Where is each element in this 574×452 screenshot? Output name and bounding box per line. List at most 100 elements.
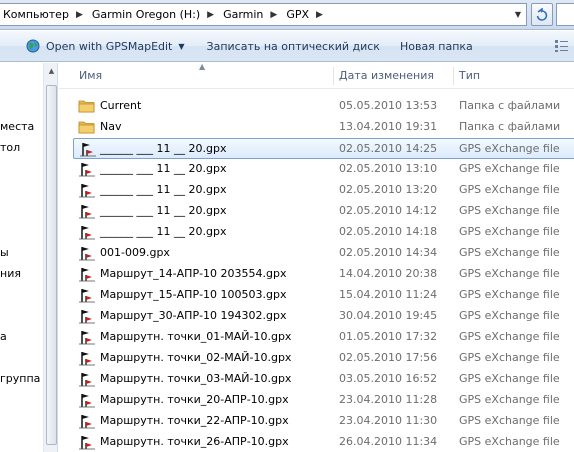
file-name: Маршрутн. точки_26-АПР-10.gpx [100,435,289,448]
file-row[interactable]: Маршрутн. точки_22-АПР-10.gpx 23.04.2010 … [73,411,574,432]
address-history-dropdown[interactable]: ▼ [510,4,526,25]
file-row[interactable]: ______ ___ 11 __ 20.gpx 02.05.2010 14:25 G… [73,138,574,159]
breadcrumb-computer[interactable]: Компьютер ▶ [0,4,89,25]
file-type: GPS eXchange file [459,246,560,259]
chevron-right-icon[interactable]: ▶ [207,10,214,20]
file-name: ______ ___ 11 __ 20.gpx [100,142,227,155]
folder-icon [78,98,96,114]
file-date: 15.04.2010 11:24 [339,288,438,301]
file-type: GPS eXchange file [459,372,560,385]
file-name: Маршрутн. точки_20-АПР-10.gpx [100,393,289,406]
file-name: Current [100,99,142,112]
file-row[interactable]: Маршрутн. точки_01-МАЙ-10.gpx 01.05.2010 … [73,327,574,348]
file-type: GPS eXchange file [459,162,560,175]
breadcrumb-label: Garmin Oregon (H:) [91,8,201,21]
file-name: Nav [100,120,122,133]
scroll-up-arrow-icon[interactable]: ▲ [44,63,57,79]
file-name: ______ ___ 11 __ 20.gpx [100,204,227,217]
file-type: GPS eXchange file [459,225,560,238]
file-type: Папка с файлами [459,99,561,112]
breadcrumb[interactable]: Компьютер ▶ Garmin Oregon (H:) ▶ Garmin … [0,3,527,26]
file-row[interactable]: Маршрут_14-АПР-10 203554.gpx 14.04.2010 2… [73,264,574,285]
file-date: 23.04.2010 11:30 [339,414,438,427]
open-with-button[interactable]: Open with GPSMapEdit ▼ [0,31,195,61]
file-row[interactable]: Маршрутн. точки_26-АПР-10.gpx 26.04.2010 … [73,432,574,452]
nav-item-desktop[interactable]: тол [0,141,20,154]
nav-scrollbar[interactable]: ▲ [43,63,57,452]
file-name: Маршрутн. точки_03-МАЙ-10.gpx [100,372,292,385]
file-row[interactable]: Current 05.05.2010 13:53 Папка с файлами [73,96,574,117]
refresh-button[interactable] [531,3,553,26]
scrollbar-thumb[interactable] [46,85,57,445]
chevron-right-icon[interactable]: ▶ [316,10,323,20]
breadcrumb-label: Garmin [223,8,264,21]
file-type: GPS eXchange file [459,330,560,343]
gpx-file-icon [79,141,97,157]
burn-disc-button[interactable]: Записать на оптический диск [195,31,390,61]
gpx-file-icon [78,266,96,282]
file-type: GPS eXchange file [459,183,560,196]
gpx-file-icon [78,350,96,366]
file-row[interactable]: Маршрут_30-АПР-10 194302.gpx 30.04.2010 1… [73,306,574,327]
file-date: 02.05.2010 14:12 [339,204,438,217]
address-bar: Компьютер ▶ Garmin Oregon (H:) ▶ Garmin … [0,0,574,30]
nav-item-images[interactable]: ния [0,267,21,280]
gpx-file-icon [78,392,96,408]
file-date: 02.05.2010 17:56 [339,351,438,364]
burn-disc-label: Записать на оптический диск [206,39,380,53]
file-name: ______ ___ 11 __ 20.gpx [100,225,227,238]
file-date: 26.04.2010 11:34 [339,435,438,448]
chevron-right-icon[interactable]: ▶ [76,10,83,20]
breadcrumb-label: Компьютер [3,8,69,21]
breadcrumb-gpx[interactable]: GPX ▶ [283,4,329,25]
breadcrumb-garmin[interactable]: Garmin ▶ [220,4,283,25]
file-type: GPS eXchange file [459,414,560,427]
file-row[interactable]: Маршрут_15-АПР-10 100503.gpx 15.04.2010 1… [73,285,574,306]
refresh-icon [536,7,548,21]
file-name: ______ ___ 11 __ 20.gpx [100,162,227,175]
nav-item-places[interactable]: места [0,120,34,133]
file-date: 01.05.2010 17:32 [339,330,438,343]
file-date: 14.04.2010 20:38 [339,267,438,280]
breadcrumb-drive[interactable]: Garmin Oregon (H:) ▶ [89,4,220,25]
file-date: 03.05.2010 16:52 [339,372,438,385]
file-row[interactable]: ______ ___ 11 __ 20.gpx 02.05.2010 14:12 G… [73,201,574,222]
gpx-file-icon [78,434,96,450]
column-header-date[interactable]: Дата изменения [333,63,453,88]
file-row[interactable]: Маршрутн. точки_02-МАЙ-10.gpx 02.05.2010 … [73,348,574,369]
file-list: ▲ Имя Дата изменения Тип Current 05.05.20… [59,63,574,452]
nav-item-libraries[interactable]: ы [0,246,9,259]
gpx-file-icon [78,371,96,387]
chevron-right-icon[interactable]: ▶ [270,10,277,20]
file-date: 23.04.2010 11:28 [339,393,438,406]
file-row[interactable]: 001-009.gpx 02.05.2010 14:34 GPS eXchange … [73,243,574,264]
file-type: GPS eXchange file [459,204,560,217]
globe-icon [26,39,40,53]
file-type: Папка с файлами [459,120,561,133]
file-row[interactable]: Маршрутн. точки_20-АПР-10.gpx 23.04.2010 … [73,390,574,411]
change-view-button[interactable] [554,39,570,53]
file-name: Маршрутн. точки_22-АПР-10.gpx [100,414,289,427]
file-type: GPS eXchange file [459,288,560,301]
gpx-file-icon [78,329,96,345]
file-row[interactable]: ______ ___ 11 __ 20.gpx 02.05.2010 14:18 G… [73,222,574,243]
file-name: ______ ___ 11 __ 20.gpx [100,183,227,196]
search-input[interactable] [556,3,574,26]
nav-item-computer[interactable]: а [0,330,7,343]
file-name: Маршрутн. точки_01-МАЙ-10.gpx [100,330,292,343]
column-header-name[interactable]: Имя [73,63,333,88]
file-row[interactable]: Маршрутн. точки_03-МАЙ-10.gpx 03.05.2010 … [73,369,574,390]
file-date: 05.05.2010 13:53 [339,99,438,112]
command-bar: Open with GPSMapEdit ▼ Записать на оптич… [0,31,574,62]
column-header-type[interactable]: Тип [453,63,574,88]
folder-icon [78,119,96,135]
new-folder-button[interactable]: Новая папка [390,31,483,61]
file-type: GPS eXchange file [459,309,560,322]
file-row[interactable]: ______ ___ 11 __ 20.gpx 02.05.2010 13:10 G… [73,159,574,180]
column-headers: ▲ Имя Дата изменения Тип [59,63,574,89]
file-row[interactable]: Nav 13.04.2010 19:31 Папка с файлами [73,117,574,138]
file-date: 30.04.2010 19:45 [339,309,438,322]
file-row[interactable]: ______ ___ 11 __ 20.gpx 02.05.2010 13:20 G… [73,180,574,201]
nav-item-homegroup[interactable]: группа [0,372,40,385]
new-folder-label: Новая папка [399,39,473,53]
